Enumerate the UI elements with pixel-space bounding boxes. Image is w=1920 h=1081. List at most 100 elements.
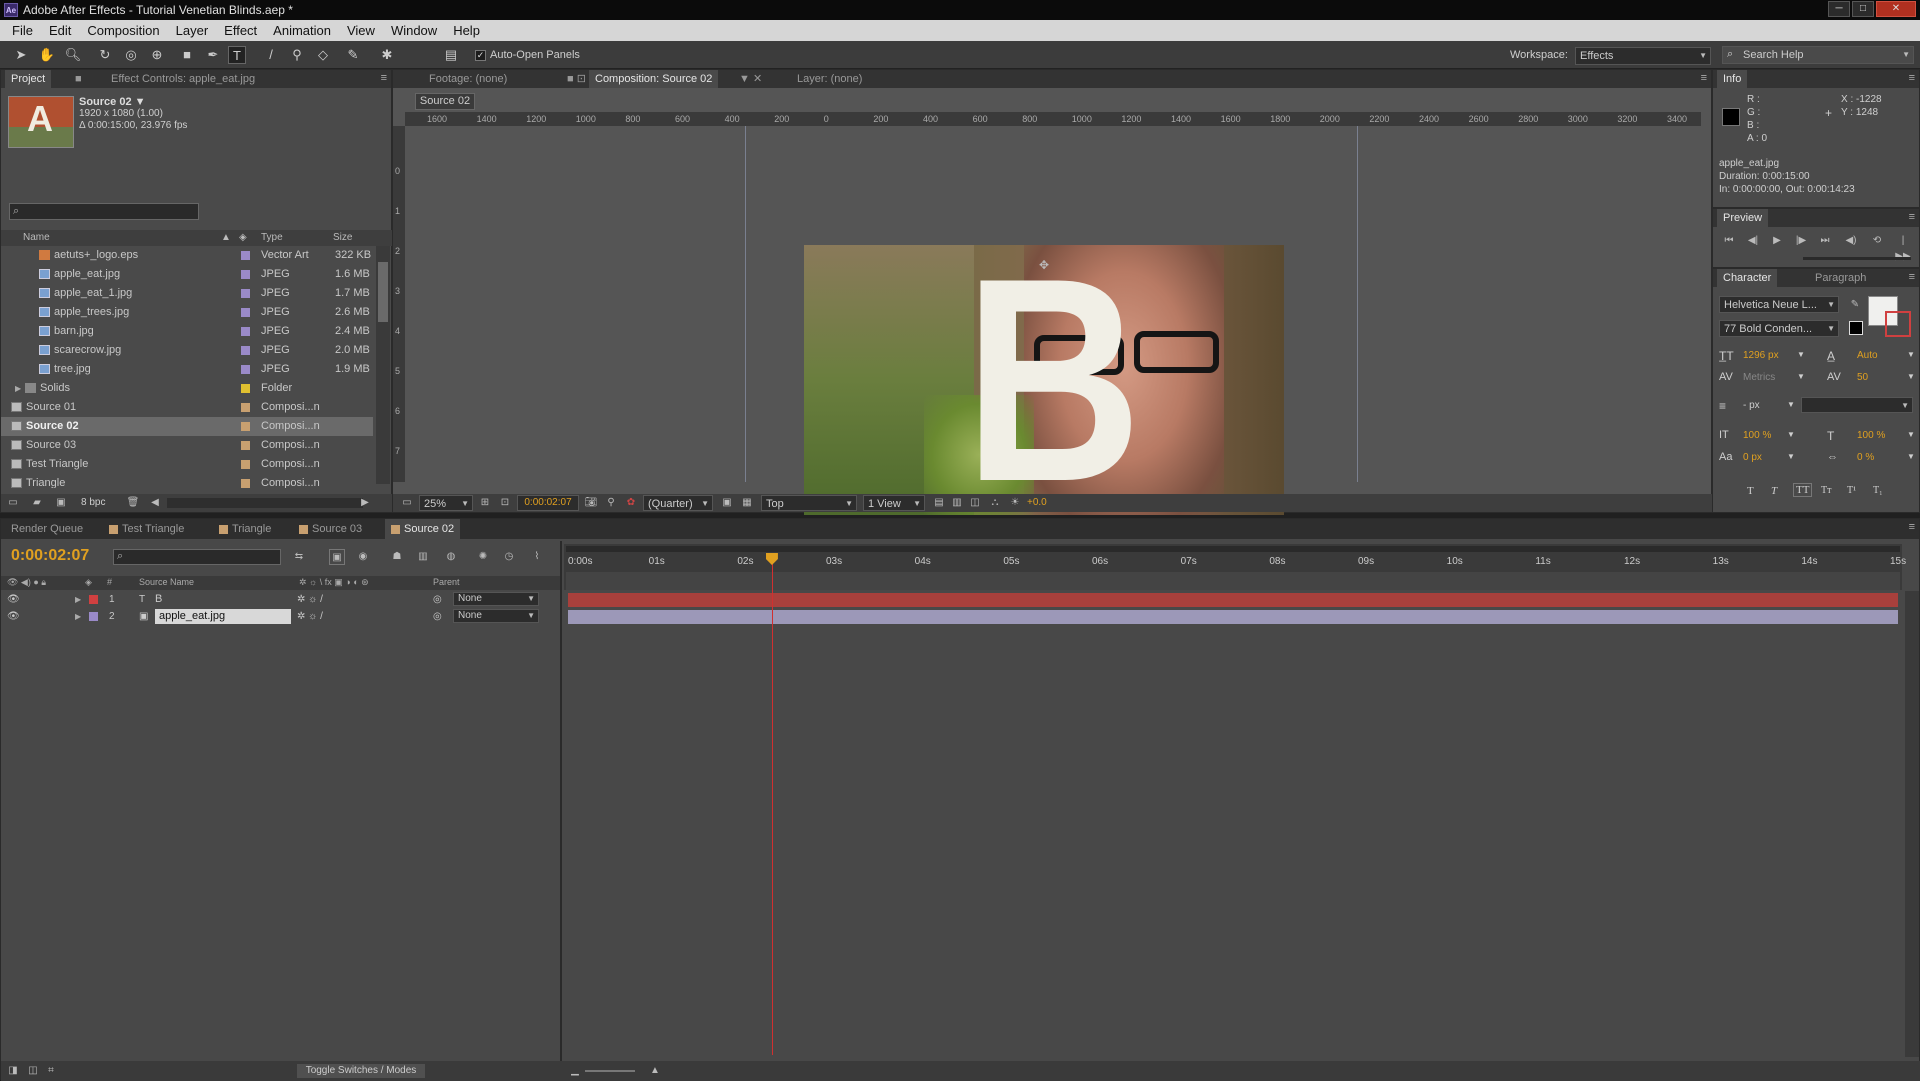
- anchor-point-icon[interactable]: ✥: [1039, 258, 1049, 272]
- menu-window[interactable]: Window: [383, 23, 445, 38]
- all-caps-icon[interactable]: TT: [1793, 483, 1813, 497]
- comp-mini-flowchart-icon[interactable]: ⇆: [291, 549, 307, 565]
- tsume-value[interactable]: 0 %: [1857, 452, 1874, 463]
- label-color-swatch[interactable]: [241, 384, 250, 393]
- label-color-swatch[interactable]: [241, 270, 250, 279]
- last-frame-icon[interactable]: ⏭: [1817, 233, 1833, 249]
- label-color-swatch[interactable]: [241, 289, 250, 298]
- graph-editor-icon[interactable]: ⌇: [529, 549, 545, 565]
- horizontal-scrollbar[interactable]: [167, 498, 363, 508]
- label-color-swatch[interactable]: [241, 403, 250, 412]
- menu-effect[interactable]: Effect: [216, 23, 265, 38]
- close-icon[interactable]: ✕: [1876, 1, 1916, 17]
- baseline-shift-dropdown-icon[interactable]: ▼: [1787, 452, 1795, 461]
- menu-edit[interactable]: Edit: [41, 23, 79, 38]
- minimize-icon[interactable]: ─: [1828, 1, 1850, 17]
- comp-dropdown-arrow-icon[interactable]: ▼ ✕: [733, 70, 768, 88]
- panel-menu-icon[interactable]: ≡: [1909, 271, 1915, 283]
- panel-menu-icon[interactable]: ≡: [381, 72, 387, 84]
- panel-menu-icon[interactable]: ≡: [1909, 521, 1915, 533]
- label-color-swatch[interactable]: [89, 595, 98, 604]
- tracking-dropdown-icon[interactable]: ▼: [1907, 372, 1915, 381]
- panel-menu-icon[interactable]: ≡: [1909, 72, 1915, 84]
- zoom-in-icon[interactable]: ▲: [647, 1063, 663, 1079]
- mask-visibility-icon[interactable]: ⊡: [497, 495, 513, 511]
- timeline-icon[interactable]: ◫: [967, 495, 983, 511]
- expand-arrow-icon[interactable]: ▶: [75, 591, 81, 608]
- lock-icon[interactable]: ■ ⊡: [561, 70, 592, 88]
- eyedropper-icon[interactable]: ✎: [1847, 297, 1863, 313]
- project-item[interactable]: ▶ Solids Folder: [1, 379, 373, 398]
- vertical-scale-value[interactable]: 100 %: [1743, 430, 1771, 441]
- tracking-value[interactable]: 50: [1857, 372, 1868, 383]
- puppet-pin-tool-icon[interactable]: ✱: [378, 46, 396, 64]
- zoom-tool-icon[interactable]: 🔍︎: [64, 46, 82, 64]
- project-item[interactable]: aetuts+_logo.eps Vector Art 322 KB: [1, 246, 373, 265]
- toggle-switches-modes-button[interactable]: Toggle Switches / Modes: [297, 1064, 425, 1078]
- menu-file[interactable]: File: [4, 23, 41, 38]
- timeline-layer-row[interactable]: 👁︎ ▶ 1 T B ✲ ☼ / ◎ None: [1, 591, 559, 608]
- rotate-tool-icon[interactable]: ↻: [96, 46, 114, 64]
- roto-brush-tool-icon[interactable]: ✎: [344, 46, 362, 64]
- zoom-out-icon[interactable]: ▁: [567, 1063, 583, 1079]
- bpc-toggle[interactable]: 8 bpc: [81, 497, 105, 508]
- tab-info[interactable]: Info: [1717, 70, 1748, 88]
- timeline-current-time[interactable]: 0:00:02:07: [11, 547, 89, 565]
- menu-animation[interactable]: Animation: [265, 23, 339, 38]
- superscript-icon[interactable]: T¹: [1847, 485, 1856, 496]
- font-size-dropdown-icon[interactable]: ▼: [1797, 350, 1805, 359]
- column-type[interactable]: Type: [261, 232, 283, 243]
- brainstorm-icon[interactable]: ✺: [475, 549, 491, 565]
- zoom-slider[interactable]: [585, 1070, 635, 1072]
- parent-dropdown[interactable]: None: [453, 592, 539, 606]
- comp-canvas[interactable]: B ✥: [405, 126, 1701, 515]
- expand-arrow-icon[interactable]: ▶: [75, 608, 81, 625]
- tab-effect-controls[interactable]: Effect Controls: apple_eat.jpg: [105, 70, 261, 88]
- hand-tool-icon[interactable]: ✋: [38, 46, 56, 64]
- maximize-icon[interactable]: □: [1852, 1, 1874, 17]
- project-item[interactable]: scarecrow.jpg JPEG 2.0 MB: [1, 341, 373, 360]
- transparency-grid-icon[interactable]: ▦: [739, 495, 755, 511]
- menu-layer[interactable]: Layer: [168, 23, 217, 38]
- resolution-dropdown[interactable]: (Quarter): [643, 495, 713, 511]
- column-name[interactable]: Name: [23, 232, 50, 243]
- layer-name[interactable]: B: [155, 591, 162, 608]
- column-parent[interactable]: Parent: [433, 577, 460, 587]
- tab-preview[interactable]: Preview: [1717, 209, 1769, 227]
- 3d-view-dropdown[interactable]: Top: [761, 495, 857, 511]
- small-caps-icon[interactable]: Tт: [1821, 485, 1831, 496]
- layer-switches-icon[interactable]: ✲ ☼ /: [297, 591, 323, 608]
- comp-name[interactable]: Source 02 ▼: [79, 96, 146, 108]
- clone-stamp-tool-icon[interactable]: ⚲: [288, 46, 306, 64]
- stroke-swatch[interactable]: [1849, 321, 1863, 335]
- label-color-swatch[interactable]: [241, 346, 250, 355]
- project-item[interactable]: barn.jpg JPEG 2.4 MB: [1, 322, 373, 341]
- layer-duration-bar[interactable]: [568, 610, 1898, 624]
- tab-footage[interactable]: Footage: (none): [423, 70, 513, 88]
- workspace-dropdown[interactable]: Effects: [1575, 47, 1711, 65]
- tab-paragraph[interactable]: Paragraph: [1809, 269, 1872, 287]
- camera-orbit-tool-icon[interactable]: ◎: [122, 46, 140, 64]
- stroke-width-value[interactable]: - px: [1743, 400, 1760, 411]
- work-area-bar[interactable]: [566, 546, 1900, 552]
- project-item[interactable]: apple_eat.jpg JPEG 1.6 MB: [1, 265, 373, 284]
- menu-composition[interactable]: Composition: [79, 23, 167, 38]
- audio-icon[interactable]: ◀): [1843, 233, 1859, 249]
- layer-name[interactable]: apple_eat.jpg: [155, 609, 291, 624]
- baseline-shift-value[interactable]: 0 px: [1743, 452, 1762, 463]
- interpret-footage-icon[interactable]: ▭: [5, 495, 21, 511]
- parent-dropdown[interactable]: None: [453, 609, 539, 623]
- loop-icon[interactable]: ⟲: [1869, 233, 1885, 249]
- next-frame-icon[interactable]: |▶: [1793, 233, 1809, 249]
- grid-guides-icon[interactable]: ⊞: [477, 495, 493, 511]
- label-color-swatch[interactable]: [241, 460, 250, 469]
- time-navigator[interactable]: [566, 572, 1900, 590]
- font-style-dropdown[interactable]: 77 Bold Conden...: [1719, 320, 1839, 337]
- label-color-swatch[interactable]: [241, 308, 250, 317]
- stroke-width-dropdown-icon[interactable]: ▼: [1787, 400, 1795, 409]
- search-help-input[interactable]: Search Help: [1722, 46, 1914, 64]
- font-family-dropdown[interactable]: Helvetica Neue L...: [1719, 296, 1839, 313]
- label-color-swatch[interactable]: [89, 612, 98, 621]
- visibility-eye-icon[interactable]: 👁︎: [7, 591, 20, 608]
- reset-exposure-icon[interactable]: ☀: [1007, 495, 1023, 511]
